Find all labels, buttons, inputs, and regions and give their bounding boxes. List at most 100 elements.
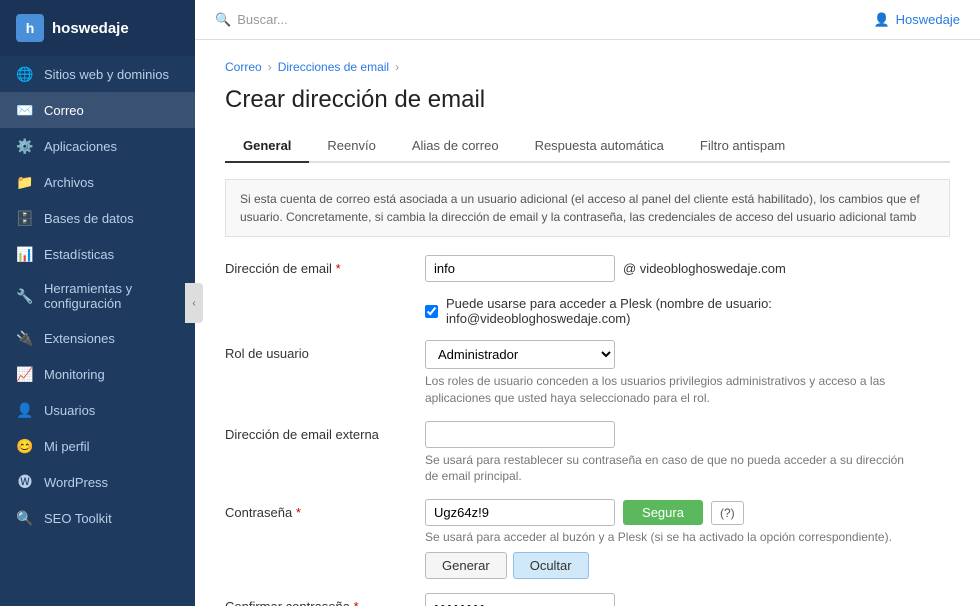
confirm-required: *: [354, 599, 359, 606]
wordpress-icon: 🅦: [16, 473, 34, 491]
sidebar-label-miperfil: Mi perfil: [44, 439, 90, 454]
plesk-checkbox-label: Puede usarse para acceder a Plesk (nombr…: [446, 296, 950, 326]
breadcrumb-correo[interactable]: Correo: [225, 60, 262, 74]
info-box: Si esta cuenta de correo está asociada a…: [225, 179, 950, 237]
password-input-row: Segura (?): [425, 499, 950, 526]
sidebar-item-miperfil[interactable]: 😊 Mi perfil: [0, 428, 195, 464]
aplicaciones-icon: ⚙️: [16, 137, 34, 155]
role-select[interactable]: Administrador: [425, 340, 615, 369]
sidebar-item-herramientas[interactable]: 🔧 Herramientas y configuración: [0, 272, 195, 320]
estadisticas-icon: 📊: [16, 245, 34, 263]
external-email-control: Se usará para restablecer su contraseña …: [425, 421, 950, 486]
herramientas-icon: 🔧: [16, 287, 34, 305]
confirm-password-row: Confirmar contraseña *: [225, 593, 950, 606]
archivos-icon: 📁: [16, 173, 34, 191]
main-content: 🔍 Buscar... 👤 Hoswedaje Correo › Direcci…: [195, 0, 980, 606]
sidebar-label-wordpress: WordPress: [44, 475, 108, 490]
sidebar-label-estadisticas: Estadísticas: [44, 247, 114, 262]
password-row: Contraseña * Segura (?) Se usará para ac…: [225, 499, 950, 579]
sidebar-item-estadisticas[interactable]: 📊 Estadísticas: [0, 236, 195, 272]
sidebar-label-archivos: Archivos: [44, 175, 94, 190]
role-hint: Los roles de usuario conceden a los usua…: [425, 373, 905, 407]
breadcrumb-direcciones[interactable]: Direcciones de email: [278, 60, 389, 74]
sidebar-label-monitoring: Monitoring: [44, 367, 105, 382]
confirm-password-input[interactable]: [425, 593, 615, 606]
password-control: Segura (?) Se usará para acceder al buzó…: [425, 499, 950, 579]
tab-alias[interactable]: Alias de correo: [394, 130, 517, 163]
sidebar-label-usuarios: Usuarios: [44, 403, 95, 418]
breadcrumb-sep2: ›: [395, 60, 399, 74]
tab-reenvio[interactable]: Reenvío: [309, 130, 393, 163]
topbar: 🔍 Buscar... 👤 Hoswedaje: [195, 0, 980, 40]
email-label: Dirección de email *: [225, 255, 425, 276]
sidebar-item-extensiones[interactable]: 🔌 Extensiones: [0, 320, 195, 356]
sidebar-label-correo: Correo: [44, 103, 84, 118]
sidebar-label-extensiones: Extensiones: [44, 331, 115, 346]
usuarios-icon: 👤: [16, 401, 34, 419]
sidebar-item-aplicaciones[interactable]: ⚙️ Aplicaciones: [0, 128, 195, 164]
sidebar-label-aplicaciones: Aplicaciones: [44, 139, 117, 154]
sidebar-label-seotoolkit: SEO Toolkit: [44, 511, 112, 526]
search-icon: 🔍: [215, 12, 231, 28]
sidebar-collapse-btn[interactable]: ‹: [185, 283, 203, 323]
page-title: Crear dirección de email: [225, 86, 950, 114]
sidebar-item-sitios[interactable]: 🌐 Sitios web y dominios: [0, 56, 195, 92]
sidebar-item-wordpress[interactable]: 🅦 WordPress: [0, 464, 195, 500]
sidebar-item-usuarios[interactable]: 👤 Usuarios: [0, 392, 195, 428]
password-hint: Se usará para acceder al buzón y a Plesk…: [425, 530, 905, 544]
confirm-password-control: [425, 593, 950, 606]
sidebar: h hoswedaje 🌐 Sitios web y dominios ✉️ Corr…: [0, 0, 195, 606]
logo-icon: h: [16, 14, 44, 42]
sidebar-label-bases: Bases de datos: [44, 211, 134, 226]
sidebar-item-correo[interactable]: ✉️ Correo: [0, 92, 195, 128]
user-name: Hoswedaje: [896, 12, 960, 27]
role-row: Rol de usuario Administrador Los roles d…: [225, 340, 950, 407]
tab-respuesta[interactable]: Respuesta automática: [517, 130, 682, 163]
search-placeholder: Buscar...: [237, 12, 288, 27]
external-email-input[interactable]: [425, 421, 615, 448]
external-email-row: Dirección de email externa Se usará para…: [225, 421, 950, 486]
extensiones-icon: 🔌: [16, 329, 34, 347]
password-required: *: [296, 505, 301, 520]
sidebar-label-sitios: Sitios web y dominios: [44, 67, 169, 82]
miperfil-icon: 😊: [16, 437, 34, 455]
content-area: Correo › Direcciones de email › Crear di…: [195, 40, 980, 606]
plesk-checkbox-row: Puede usarse para acceder a Plesk (nombr…: [425, 296, 950, 326]
user-area[interactable]: 👤 Hoswedaje: [873, 12, 960, 28]
external-email-label: Dirección de email externa: [225, 421, 425, 442]
role-label: Rol de usuario: [225, 340, 425, 361]
sidebar-nav: 🌐 Sitios web y dominios ✉️ Correo ⚙️ Aplicaci…: [0, 56, 195, 606]
tab-filtro[interactable]: Filtro antispam: [682, 130, 803, 163]
info-text: Si esta cuenta de correo está asociada a…: [240, 192, 920, 224]
password-hint-btn[interactable]: (?): [711, 501, 744, 525]
email-input-row: @ videobloghoswedaje.com: [425, 255, 950, 282]
password-label: Contraseña *: [225, 499, 425, 520]
monitoring-icon: 📈: [16, 365, 34, 383]
email-input[interactable]: [425, 255, 615, 282]
hide-btn[interactable]: Ocultar: [513, 552, 589, 579]
breadcrumb-sep1: ›: [268, 60, 272, 74]
breadcrumb: Correo › Direcciones de email ›: [225, 60, 950, 74]
sidebar-item-bases[interactable]: 🗄️Bases de datos: [0, 200, 195, 236]
search-box[interactable]: 🔍 Buscar...: [215, 12, 288, 28]
sidebar-label-herramientas: Herramientas y configuración: [44, 281, 179, 311]
sitios-icon: 🌐: [16, 65, 34, 83]
sidebar-item-archivos[interactable]: 📁 Archivos: [0, 164, 195, 200]
password-input[interactable]: [425, 499, 615, 526]
sidebar-logo: h hoswedaje: [0, 0, 195, 56]
seotoolkit-icon: 🔍: [16, 509, 34, 527]
password-btn-group: Generar Ocultar: [425, 552, 950, 579]
logo-text: hoswedaje: [52, 20, 129, 37]
generate-btn[interactable]: Generar: [425, 552, 507, 579]
sidebar-item-monitoring[interactable]: 📈 Monitoring: [0, 356, 195, 392]
plesk-checkbox[interactable]: [425, 305, 438, 318]
email-domain: @ videobloghoswedaje.com: [623, 261, 786, 276]
password-strength-btn: Segura: [623, 500, 703, 525]
role-control: Administrador Los roles de usuario conce…: [425, 340, 950, 407]
tab-general[interactable]: General: [225, 130, 309, 163]
email-control: @ videobloghoswedaje.com: [425, 255, 950, 282]
sidebar-item-seotoolkit[interactable]: 🔍 SEO Toolkit: [0, 500, 195, 536]
external-email-hint: Se usará para restablecer su contraseña …: [425, 452, 905, 486]
correo-icon: ✉️: [16, 101, 34, 119]
user-icon: 👤: [873, 12, 889, 28]
